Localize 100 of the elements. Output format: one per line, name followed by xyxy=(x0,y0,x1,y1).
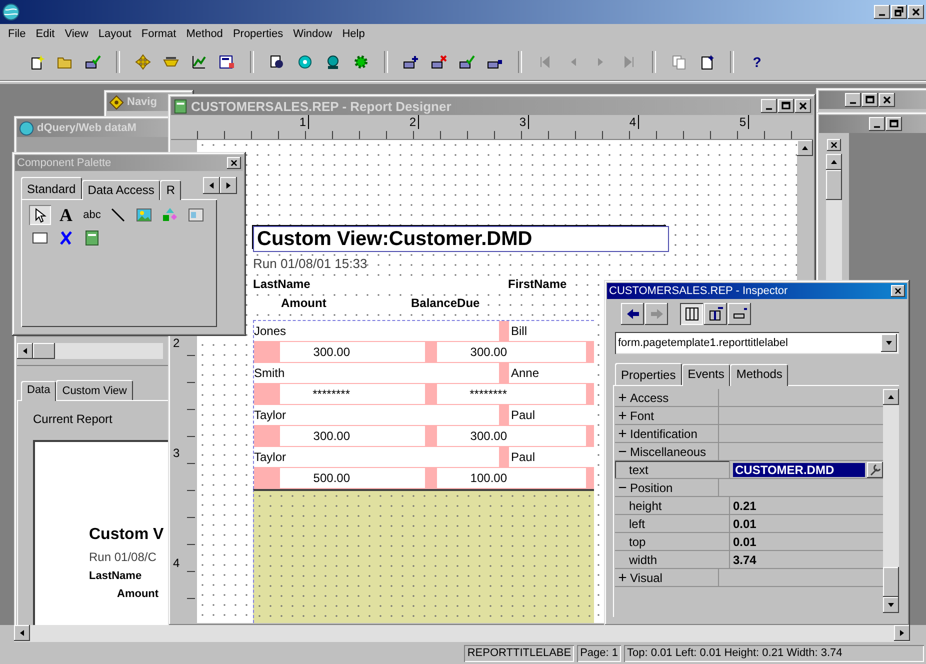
close-button[interactable] xyxy=(879,93,895,107)
scroll-right-button[interactable] xyxy=(220,177,237,194)
menu-item[interactable]: Window xyxy=(293,28,332,40)
table-cell-text: 500.00 xyxy=(312,471,350,485)
property-name[interactable]: left xyxy=(615,515,730,532)
close-button[interactable] xyxy=(891,285,905,297)
menu-item[interactable]: Help xyxy=(342,28,365,40)
close-button[interactable] xyxy=(227,157,241,169)
table-cell-text: Jones xyxy=(254,324,288,338)
table-cell-text: Bill xyxy=(510,324,528,338)
menu-item[interactable]: Properties xyxy=(232,28,284,40)
minimize-button[interactable] xyxy=(874,5,890,19)
wrench-button[interactable] xyxy=(867,462,883,478)
status-position: Top: 0.01 Left: 0.01 Height: 0.21 Width: 3.74 xyxy=(624,644,924,662)
window-title: Component Palette xyxy=(17,157,112,169)
plus-icon[interactable] xyxy=(618,393,627,402)
dropdown-arrow-button[interactable] xyxy=(881,334,897,352)
property-category[interactable]: Font xyxy=(630,408,654,422)
scrollbar-thumb[interactable] xyxy=(883,567,899,597)
plus-icon[interactable] xyxy=(618,429,627,438)
property-category[interactable]: Miscellaneous xyxy=(630,444,706,458)
run-date: Run 01/08/01 15:33 xyxy=(253,256,368,271)
property-value[interactable]: 0.01 xyxy=(733,516,756,530)
table-cell-text: Smith xyxy=(254,366,286,380)
tab[interactable]: Custom View xyxy=(56,380,133,400)
method-icon[interactable] xyxy=(728,303,751,325)
minimize-button[interactable] xyxy=(761,99,777,113)
minimize-button[interactable] xyxy=(845,93,861,107)
menu-item[interactable]: Method xyxy=(186,28,223,40)
window-title: dQuery/Web dataM xyxy=(37,122,136,134)
table-cell-text: Paul xyxy=(510,450,536,464)
property-category[interactable]: Position xyxy=(630,480,673,494)
tab[interactable]: Events xyxy=(682,364,730,386)
scrollbar[interactable] xyxy=(883,389,899,613)
scroll-left-button[interactable] xyxy=(14,625,30,641)
menu-item[interactable]: Edit xyxy=(36,28,55,40)
window-title: CUSTOMERSALES.REP - Inspector xyxy=(609,285,788,297)
property-name[interactable]: top xyxy=(615,533,730,550)
property-value[interactable]: 0.21 xyxy=(733,498,756,512)
tab[interactable]: Standard xyxy=(21,177,82,199)
window-title: Navig xyxy=(127,96,157,108)
plus-icon[interactable] xyxy=(618,411,627,420)
ruler-number: 4 xyxy=(529,115,639,129)
ruler-number: 2 xyxy=(309,115,419,129)
window-title: CUSTOMERSALES.REP - Report Designer xyxy=(191,98,452,114)
property-value[interactable]: 3.74 xyxy=(733,552,756,566)
pointer-icon[interactable] xyxy=(29,205,51,225)
column-header: LastName xyxy=(89,570,142,582)
columns-icon[interactable] xyxy=(680,303,703,325)
tab[interactable]: R xyxy=(160,180,182,200)
scrollbar-thumb[interactable] xyxy=(826,170,842,200)
tab[interactable]: Data Access xyxy=(82,180,160,200)
menu-item[interactable]: Layout xyxy=(98,28,132,40)
tab[interactable]: Properties xyxy=(615,363,682,385)
property-name[interactable]: width xyxy=(615,551,730,568)
table-cell-text: 100.00 xyxy=(469,471,507,485)
table-cell-text: Anne xyxy=(510,366,540,380)
table-cell-text: ******** xyxy=(312,387,350,401)
table-cell-text: Taylor xyxy=(254,450,288,464)
property-category[interactable]: Identification xyxy=(630,426,698,440)
scroll-up-button[interactable] xyxy=(883,389,899,405)
maximize-button[interactable] xyxy=(862,93,878,107)
scrollbar-thumb[interactable] xyxy=(33,343,55,359)
globe-icon xyxy=(19,120,34,136)
status-page: Page: 1 xyxy=(577,644,621,662)
menu-item[interactable]: View xyxy=(64,28,88,40)
scroll-right-button[interactable] xyxy=(894,625,910,641)
close-button[interactable] xyxy=(827,139,841,151)
table-cell-text: ******** xyxy=(468,387,507,401)
property-category[interactable]: Visual xyxy=(630,570,662,584)
object-dropdown[interactable]: form.pagetemplate1.reporttitlelabel xyxy=(615,332,899,354)
property-name[interactable]: height xyxy=(615,497,730,514)
property-name[interactable]: text xyxy=(615,461,730,478)
scroll-left-button[interactable] xyxy=(203,177,220,194)
table-cell-text: Paul xyxy=(510,408,536,422)
property-category[interactable]: Access xyxy=(630,390,669,404)
maximize-button[interactable] xyxy=(778,99,794,113)
scroll-up-button[interactable] xyxy=(797,140,813,156)
scroll-left-button[interactable] xyxy=(17,343,33,359)
tab[interactable]: Methods xyxy=(730,364,788,386)
menu-item[interactable]: File xyxy=(8,28,26,40)
scroll-up-button[interactable] xyxy=(826,154,842,170)
property-value[interactable]: 0.01 xyxy=(733,534,756,548)
scrollbar[interactable] xyxy=(14,625,910,642)
table-cell-text: 300.00 xyxy=(312,429,350,443)
minimize-button[interactable] xyxy=(869,117,885,131)
property-value[interactable]: CUSTOMER.DMD xyxy=(733,462,865,476)
ruler-number: 3 xyxy=(172,446,181,462)
plus-icon[interactable] xyxy=(618,573,627,582)
scroll-down-button[interactable] xyxy=(883,597,899,613)
maximize-button[interactable] xyxy=(886,117,902,131)
close-button[interactable] xyxy=(908,5,924,19)
tab[interactable]: Data xyxy=(21,381,56,401)
menu-item[interactable]: Format xyxy=(141,28,176,40)
report-title-label[interactable]: Custom View:Customer.DMD xyxy=(253,226,669,252)
table-cell-text: 300.00 xyxy=(469,429,507,443)
ruler-number: 5 xyxy=(639,115,749,129)
scrollbar[interactable] xyxy=(17,343,163,359)
close-button[interactable] xyxy=(795,99,811,113)
restore-button[interactable] xyxy=(891,5,907,19)
